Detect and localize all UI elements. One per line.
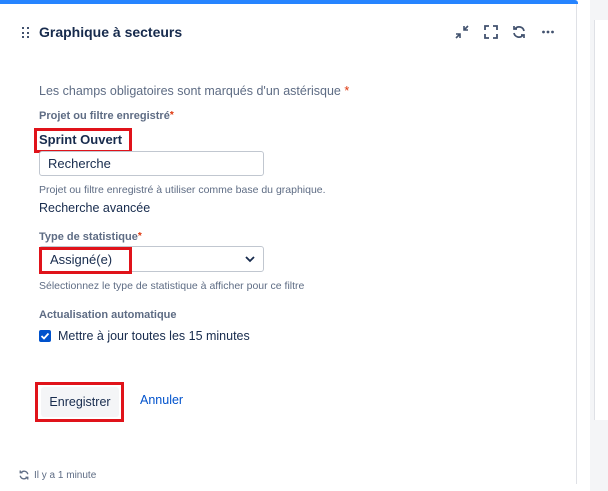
advanced-search-link[interactable]: Recherche avancée	[39, 201, 150, 215]
required-note-text: Les champs obligatoires sont marqués d'u…	[39, 84, 341, 98]
more-icon[interactable]	[539, 23, 557, 41]
statistic-type-label: Type de statistique*	[39, 231, 142, 243]
last-updated: Il y a 1 minute	[18, 468, 96, 482]
refresh-icon[interactable]	[510, 23, 528, 41]
highlight-box-statistic	[39, 247, 132, 274]
fullscreen-icon[interactable]	[482, 23, 500, 41]
filter-search-input[interactable]	[39, 151, 264, 176]
adjacent-panel	[594, 20, 608, 420]
gadget-header: Graphique à secteurs	[0, 18, 576, 48]
project-filter-label-text: Projet ou filtre enregistré	[39, 110, 170, 122]
highlight-box-save	[35, 382, 124, 422]
required-asterisk: *	[344, 84, 350, 98]
checkmark-icon	[40, 332, 50, 340]
statistic-type-label-text: Type de statistique	[39, 231, 138, 243]
statistic-type-help: Sélectionnez le type de statistique à af…	[39, 280, 305, 292]
refresh-small-icon	[19, 470, 29, 480]
project-filter-help: Projet ou filtre enregistré à utiliser c…	[39, 184, 326, 196]
selected-filter[interactable]: Sprint Ouvert	[39, 132, 122, 147]
gadget-panel: Graphique à secteurs Les champs obligato…	[0, 4, 577, 484]
required-fields-note: Les champs obligatoires sont marqués d'u…	[39, 84, 349, 98]
auto-refresh-checkbox-label: Mettre à jour toutes les 15 minutes	[58, 329, 250, 343]
last-updated-text: Il y a 1 minute	[34, 469, 97, 481]
drag-handle-icon[interactable]	[22, 27, 30, 39]
project-filter-label: Projet ou filtre enregistré*	[39, 110, 174, 122]
minimize-icon[interactable]	[453, 23, 471, 41]
required-asterisk: *	[137, 231, 142, 242]
cancel-button[interactable]: Annuler	[140, 393, 183, 407]
gadget-title: Graphique à secteurs	[39, 24, 183, 40]
auto-refresh-row: Mettre à jour toutes les 15 minutes	[39, 328, 250, 344]
page: Graphique à secteurs Les champs obligato…	[0, 0, 608, 491]
auto-refresh-checkbox[interactable]	[39, 330, 51, 342]
auto-refresh-label: Actualisation automatique	[39, 309, 177, 321]
chevron-down-icon	[245, 256, 255, 263]
required-asterisk: *	[169, 110, 174, 121]
